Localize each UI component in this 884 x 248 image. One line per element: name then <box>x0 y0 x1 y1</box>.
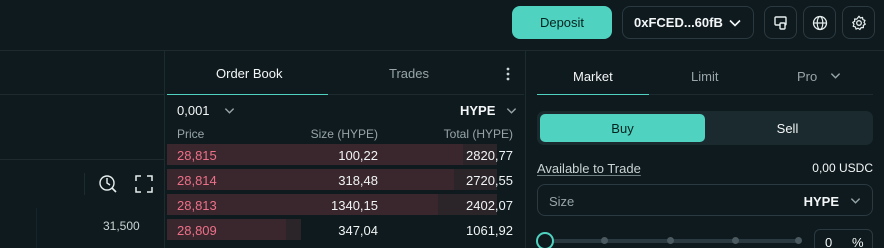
buy-button[interactable]: Buy <box>540 114 705 142</box>
tick-size-value: 0,001 <box>177 103 210 118</box>
tab-limit[interactable]: Limit <box>691 69 718 84</box>
tab-market[interactable]: Market <box>573 69 613 84</box>
order-book-row[interactable]: 28,815 100,22 2820,77 <box>167 143 525 165</box>
trade-tab-divider <box>649 94 873 95</box>
orderbook-trade-divider <box>525 51 526 248</box>
tab-order-book[interactable]: Order Book <box>216 66 282 81</box>
slider-step[interactable] <box>795 237 802 244</box>
row-total: 2820,77 <box>466 148 513 163</box>
chevron-down-icon <box>850 198 861 204</box>
size-slider-handle[interactable] <box>536 232 554 248</box>
row-price: 28,813 <box>177 198 217 213</box>
tab-trades[interactable]: Trades <box>389 66 429 81</box>
percent-input[interactable]: 0 % <box>814 229 873 248</box>
tab-pro[interactable]: Pro <box>797 69 841 84</box>
asset-value: HYPE <box>460 103 496 118</box>
sell-button[interactable]: Sell <box>705 114 870 142</box>
tab-pro-label: Pro <box>797 69 818 84</box>
wallet-button[interactable]: 0xFCED...60fB <box>622 6 754 39</box>
order-book-row[interactable]: 28,813 1340,15 2402,07 <box>167 193 525 215</box>
slider-step[interactable] <box>601 237 608 244</box>
row-size: 318,48 <box>338 173 378 188</box>
tick-size-select[interactable]: 0,001 <box>177 103 235 118</box>
column-size: Size (HYPE) <box>310 127 378 141</box>
fullscreen-icon[interactable] <box>135 175 153 193</box>
globe-icon <box>812 15 827 30</box>
row-total: 2720,55 <box>466 173 513 188</box>
row-total: 2402,07 <box>466 198 513 213</box>
chart-gridline <box>36 208 37 248</box>
row-size: 1340,15 <box>331 198 378 213</box>
side-toggle: Buy Sell <box>537 111 873 145</box>
chevron-down-icon <box>507 108 517 114</box>
indicator-icon[interactable] <box>97 173 119 195</box>
language-button[interactable] <box>803 6 836 39</box>
slider-step[interactable] <box>667 237 674 244</box>
toolbar-separator <box>84 173 85 195</box>
chevron-down-icon <box>729 19 741 27</box>
asset-select[interactable]: HYPE <box>460 103 517 118</box>
row-price: 28,809 <box>177 223 217 238</box>
percent-sign: % <box>852 235 864 248</box>
row-size: 100,22 <box>338 148 378 163</box>
wallet-address: 0xFCED...60fB <box>634 15 723 30</box>
size-unit-select[interactable]: HYPE <box>804 194 839 209</box>
gear-icon <box>851 15 866 30</box>
row-size: 347,04 <box>338 223 378 238</box>
top-bar: Deposit 0xFCED...60fB <box>0 0 884 46</box>
row-total: 1061,92 <box>466 223 513 238</box>
size-label: Size <box>549 194 575 209</box>
orderbook-tab-divider <box>328 94 524 95</box>
settings-button[interactable] <box>842 6 875 39</box>
size-input[interactable]: Size HYPE <box>537 184 873 216</box>
chart-divider <box>0 94 164 95</box>
available-to-trade-value: 0,00 USDC <box>812 161 873 175</box>
device-icon <box>773 15 787 30</box>
column-price: Price <box>177 127 205 141</box>
device-button[interactable] <box>764 6 797 39</box>
order-book-row[interactable]: 28,814 318,48 2720,55 <box>167 168 525 190</box>
chevron-down-icon <box>830 73 840 79</box>
chart-orderbook-divider <box>164 51 165 248</box>
order-book-row[interactable]: 28,809 347,04 1061,92 <box>167 218 525 240</box>
tab-active-indicator <box>537 94 649 95</box>
tab-active-indicator <box>167 94 328 95</box>
more-icon[interactable] <box>505 67 511 81</box>
available-to-trade-label[interactable]: Available to Trade <box>537 161 641 176</box>
percent-value: 0 <box>825 235 833 248</box>
deposit-button[interactable]: Deposit <box>512 6 612 39</box>
chart-toolbar-divider <box>0 159 164 160</box>
row-price: 28,815 <box>177 148 217 163</box>
chart-price-label: 31,500 <box>103 219 140 233</box>
chevron-down-icon <box>224 108 234 114</box>
column-total: Total (HYPE) <box>443 127 513 141</box>
row-price: 28,814 <box>177 173 217 188</box>
slider-step[interactable] <box>732 237 739 244</box>
